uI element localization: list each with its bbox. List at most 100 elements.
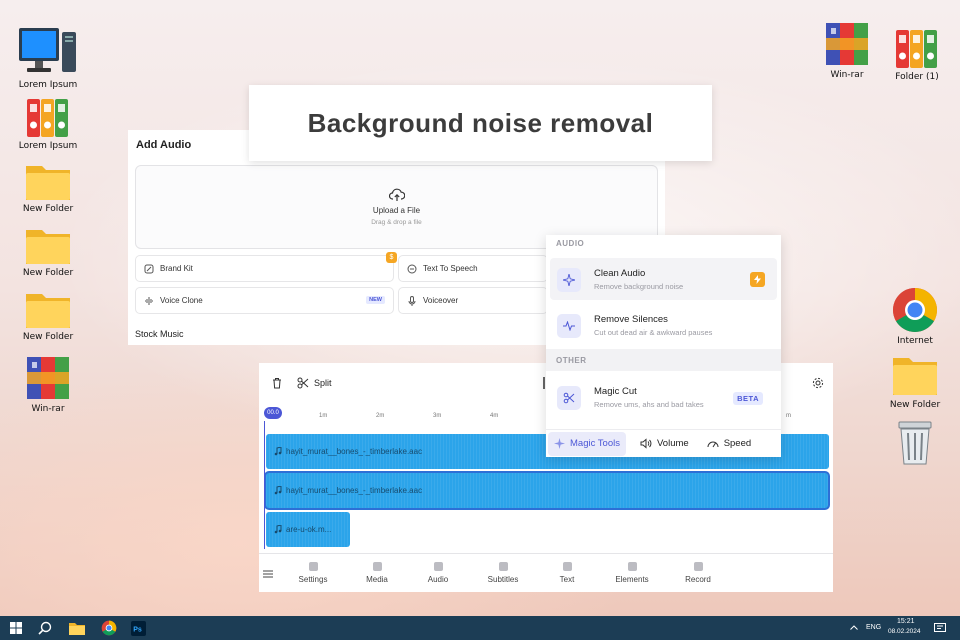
desktop-icon-label: Lorem Ipsum xyxy=(18,80,78,90)
magic-tools-label: Magic Tools xyxy=(570,438,620,449)
desktop-icon-computer[interactable]: Lorem Ipsum xyxy=(9,26,87,91)
text-icon xyxy=(562,562,572,571)
magic-tools-button[interactable]: Magic Tools xyxy=(548,431,626,456)
desktop-icon-recycle-bin[interactable] xyxy=(876,418,954,466)
search-icon xyxy=(38,621,52,635)
music-note-icon xyxy=(274,486,282,495)
speedometer-icon xyxy=(707,441,719,447)
winrar-icon xyxy=(826,23,868,65)
music-note-icon xyxy=(274,525,282,534)
notification-icon[interactable] xyxy=(934,623,946,634)
option-label: Voice Clone xyxy=(160,296,203,305)
audio-track-clip-short[interactable]: are-u-ok.m... xyxy=(266,512,350,547)
upload-title: Upload a File xyxy=(372,206,421,215)
desktop-icon-folder1-binders[interactable]: Folder (1) xyxy=(878,26,956,83)
ruler-tick: 2m xyxy=(376,413,385,419)
clock-time[interactable]: 15:21 xyxy=(897,618,915,625)
desktop-icon-folder-1[interactable]: New Folder xyxy=(9,160,87,215)
timeline-settings-button[interactable] xyxy=(812,377,824,389)
clean-audio-item[interactable]: Clean Audio Remove background noise xyxy=(550,258,777,300)
nav-elements[interactable]: Elements xyxy=(604,562,660,584)
add-audio-title: Add Audio xyxy=(136,139,192,151)
chevron-up-icon[interactable] xyxy=(850,625,858,630)
sparkle-icon xyxy=(557,268,581,292)
volume-button[interactable]: Volume xyxy=(634,432,695,456)
clock-date[interactable]: 08.02.2024 xyxy=(888,628,921,635)
desktop-icon-label: Win-rar xyxy=(31,404,65,414)
brand-kit-option[interactable]: Brand Kit $ xyxy=(135,252,397,282)
desktop-icon-winrar[interactable]: Win-rar xyxy=(9,354,87,415)
page-title-banner: Background noise removal xyxy=(249,85,712,161)
clip-label: are-u-ok.m... xyxy=(286,525,332,534)
option-label: Text To Speech xyxy=(423,264,478,273)
voice-clone-option[interactable]: Voice Clone NEW xyxy=(135,287,394,314)
hamburger-menu-icon[interactable] xyxy=(263,570,273,578)
new-badge: NEW xyxy=(366,296,385,304)
pro-badge: $ xyxy=(386,252,397,263)
other-section-header: OTHER xyxy=(556,356,587,365)
item-name: Remove Silences xyxy=(594,314,668,325)
record-icon xyxy=(693,562,703,571)
ruler-tick: m xyxy=(786,413,791,419)
scissors-icon xyxy=(297,377,309,389)
item-name: Clean Audio xyxy=(594,268,646,279)
audio-icon xyxy=(433,562,443,571)
sparkle-icon xyxy=(554,438,565,449)
option-label: Voiceover xyxy=(423,296,459,305)
elements-icon xyxy=(627,562,637,571)
photoshop-icon: Ps xyxy=(131,620,146,636)
audio-section-header: AUDIO xyxy=(556,239,585,248)
split-button[interactable]: Split xyxy=(297,377,332,389)
desktop-icon-label: Folder (1) xyxy=(895,72,939,82)
brand-kit-icon xyxy=(144,264,154,273)
remove-silences-item[interactable]: Remove Silences Cut out dead air & awkwa… xyxy=(550,304,777,346)
ruler-tick: 3m xyxy=(433,413,442,419)
settings-icon xyxy=(308,562,318,571)
delete-button[interactable] xyxy=(271,377,283,389)
item-desc: Remove background noise xyxy=(594,282,684,291)
desktop-icon-label: Win-rar xyxy=(830,70,864,80)
chrome-icon xyxy=(893,288,937,332)
playhead-marker[interactable]: 00.0 xyxy=(264,407,282,419)
speed-button[interactable]: Speed xyxy=(701,432,757,456)
nav-label: Settings xyxy=(298,575,328,584)
nav-label: Audio xyxy=(427,575,449,584)
nav-text[interactable]: Text xyxy=(539,562,595,584)
music-note-icon xyxy=(274,447,282,456)
taskbar-chrome[interactable] xyxy=(101,620,117,636)
audio-track-clip-selected[interactable]: hayit_murat__bones_-_timberlake.aac xyxy=(266,473,828,508)
nav-subtitles[interactable]: Subtitles xyxy=(475,562,531,584)
desktop-icon-folder-3[interactable]: New Folder xyxy=(9,288,87,343)
volume-label: Volume xyxy=(657,438,689,449)
desktop-icon-internet[interactable]: Internet xyxy=(876,286,954,347)
folder-icon xyxy=(893,358,937,395)
language-indicator[interactable]: ENG xyxy=(866,624,881,631)
subtitles-icon xyxy=(498,562,508,571)
nav-record[interactable]: Record xyxy=(670,562,726,584)
desktop-icon-binders[interactable]: Lorem Ipsum xyxy=(9,95,87,152)
speech-bubble-icon xyxy=(407,264,417,273)
nav-audio[interactable]: Audio xyxy=(410,562,466,584)
clip-label: hayit_murat__bones_-_timberlake.aac xyxy=(286,486,423,495)
nav-media[interactable]: Media xyxy=(349,562,405,584)
start-button[interactable] xyxy=(10,620,22,636)
svg-text:Ps: Ps xyxy=(133,626,142,633)
speaker-icon xyxy=(640,438,652,449)
taskbar-photoshop[interactable]: Ps xyxy=(131,620,146,636)
pulse-icon xyxy=(557,314,581,338)
magic-cut-item[interactable]: Magic Cut Remove ums, ahs and bad takes … xyxy=(550,376,777,418)
desktop-icon-folder-2[interactable]: New Folder xyxy=(9,224,87,279)
magic-tools-menu: AUDIO Clean Audio Remove background nois… xyxy=(546,235,781,457)
voiceover-option[interactable]: Voiceover xyxy=(398,287,548,314)
magic-toolbar: Magic Tools Volume Speed xyxy=(546,429,781,457)
taskbar-file-explorer[interactable] xyxy=(69,620,85,636)
search-button[interactable] xyxy=(38,620,52,636)
desktop-icon-label: Internet xyxy=(897,336,933,346)
nav-label: Media xyxy=(366,575,388,584)
text-to-speech-option[interactable]: Text To Speech xyxy=(398,255,548,282)
desktop-icon-winrar-right[interactable]: Win-rar xyxy=(808,20,886,81)
nav-label: Elements xyxy=(615,575,649,584)
nav-settings[interactable]: Settings xyxy=(285,562,341,584)
desktop-icon-new-folder-right[interactable]: New Folder xyxy=(876,352,954,411)
media-icon xyxy=(372,562,382,571)
